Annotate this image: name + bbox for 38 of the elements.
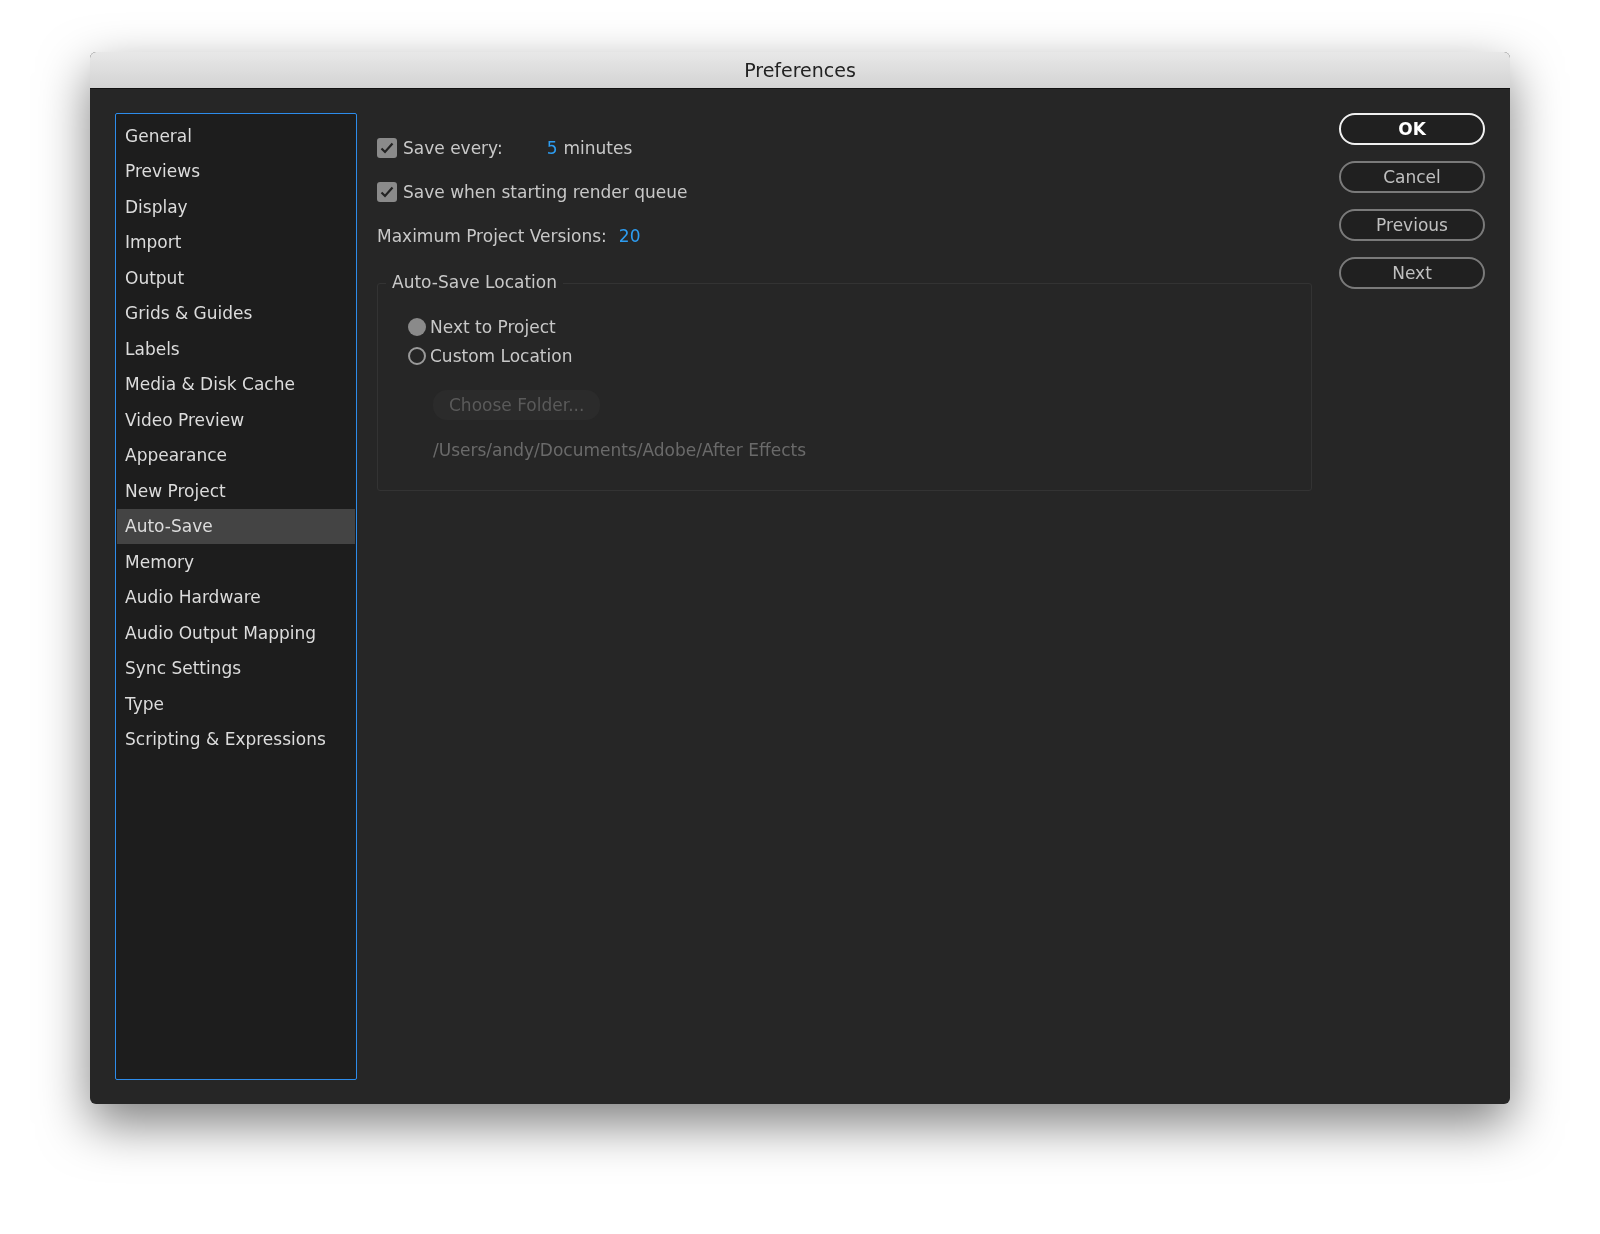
category-item[interactable]: Output [117, 260, 355, 296]
folder-path: /Users/andy/Documents/Adobe/After Effects [433, 440, 807, 460]
category-item[interactable]: Media & Disk Cache [117, 366, 355, 402]
radio-label: Next to Project [430, 316, 556, 337]
category-item[interactable]: Video Preview [117, 402, 355, 438]
minutes-value[interactable]: 5 [546, 138, 558, 158]
category-item[interactable]: Audio Hardware [117, 579, 355, 615]
category-item[interactable]: Scripting & Expressions [117, 721, 355, 757]
radio-button[interactable] [408, 346, 426, 365]
category-item[interactable]: Sync Settings [117, 650, 355, 686]
category-item[interactable]: Labels [117, 331, 355, 367]
category-item[interactable]: Appearance [117, 437, 355, 473]
window-title: Preferences [744, 59, 856, 81]
dialog-button[interactable]: Next [1339, 257, 1485, 289]
category-item[interactable]: Memory [117, 544, 355, 580]
category-item[interactable]: Grids & Guides [117, 295, 355, 331]
radio-label: Custom Location [430, 345, 573, 366]
checkmark-icon [380, 142, 394, 154]
category-item[interactable]: General [117, 118, 355, 154]
category-item[interactable]: Type [117, 686, 355, 722]
category-item[interactable]: New Project [117, 473, 355, 509]
checkmark-icon [380, 186, 394, 198]
checkbox-label: Save every: [403, 138, 503, 158]
category-item[interactable]: Import [117, 224, 355, 260]
category-item[interactable]: Display [117, 189, 355, 225]
dialog-button[interactable]: OK [1339, 113, 1485, 145]
dialog-button[interactable]: Cancel [1339, 161, 1485, 193]
versions-value[interactable]: 20 [618, 226, 641, 246]
category-item[interactable]: Auto-Save [117, 508, 355, 544]
field-label: Maximum Project Versions: [377, 226, 607, 246]
category-item[interactable]: Previews [117, 153, 355, 189]
checkbox[interactable] [377, 182, 397, 202]
dialog-button[interactable]: Previous [1339, 209, 1485, 241]
unit-label: minutes [563, 138, 633, 158]
checkbox-label: Save when starting render queue [403, 182, 688, 202]
checkbox[interactable] [377, 138, 397, 158]
radio-button[interactable] [408, 317, 426, 336]
category-item[interactable]: Audio Output Mapping [117, 615, 355, 651]
